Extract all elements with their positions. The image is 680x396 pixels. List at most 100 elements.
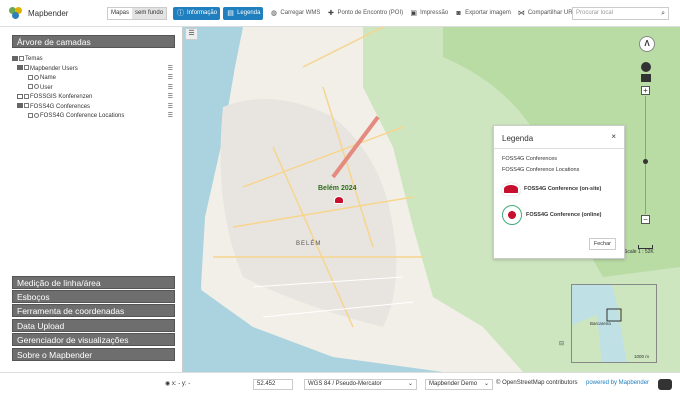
application-select[interactable]: Mapbender Demo ⌄ [425, 379, 493, 390]
overview-toggle-icon[interactable]: ⊟ [559, 340, 564, 347]
folder-icon [12, 55, 18, 61]
menu-icon[interactable]: ☰ [168, 93, 173, 103]
scale-select[interactable]: 52.452 [253, 379, 293, 390]
app: Mapbender Mapas sem fundo ⓘ Informação ▤ L… [0, 0, 680, 396]
camera-icon: ◙ [456, 9, 461, 17]
search-input[interactable]: Procurar local ⌕ [572, 7, 669, 20]
share-url-button[interactable]: ⋈ Compartilhar URL [517, 7, 576, 20]
panel-view-manager[interactable]: Gerenciador de visualizações [12, 333, 175, 346]
legend-label: Legenda [237, 10, 261, 16]
app-title: Mapbender [28, 8, 69, 18]
sidebar-toggle-icon[interactable]: ☰ [185, 28, 198, 40]
overview-tiles [572, 285, 656, 362]
zoom-in-icon[interactable]: + [641, 86, 650, 95]
tree-label: FOSS4G Conferences [30, 103, 91, 110]
info-label: Informação [187, 10, 218, 16]
menu-icon[interactable]: ☰ [168, 112, 173, 122]
onsite-marker-icon [502, 183, 520, 195]
globe-icon[interactable] [641, 62, 651, 72]
export-image-button[interactable]: ◙ Exportar imagem [454, 7, 511, 20]
search-icon[interactable]: ⌕ [661, 8, 665, 19]
legend-button[interactable]: ▤ Legenda [223, 6, 264, 20]
zoom-out-icon[interactable]: − [641, 215, 650, 224]
layer-tree-header[interactable]: Árvore de camadas [12, 35, 175, 48]
print-button[interactable]: ▣ Impressão [409, 7, 448, 20]
share-url-label: Compartilhar URL [527, 10, 576, 16]
coordinates-display: ◉ x: - y: - [165, 380, 190, 387]
toggle-no-background[interactable]: sem fundo [132, 7, 167, 19]
checkbox[interactable] [24, 93, 29, 99]
srs-label: WGS 84 / Pseudo-Mercator [308, 381, 382, 387]
close-icon[interactable]: × [611, 132, 616, 141]
tree-row-temas[interactable]: Temas [12, 55, 175, 65]
home-icon[interactable] [641, 74, 651, 82]
legend-title: Legenda [502, 134, 534, 143]
zoom-bar: Ʌ + − [639, 36, 655, 224]
info-toggle-icon[interactable] [34, 112, 39, 118]
tree-label: FOSS4G Conference Locations [40, 113, 125, 119]
srs-select[interactable]: WGS 84 / Pseudo-Mercator ⌄ [304, 379, 417, 390]
close-button[interactable]: Fechar [588, 238, 616, 250]
attribution[interactable]: © OpenStreetMap contributors [496, 380, 577, 386]
menu-icon[interactable]: ☰ [168, 65, 173, 75]
share-icon: ⋈ [517, 9, 525, 17]
checkbox[interactable] [28, 112, 33, 118]
tree-label: Name [40, 75, 57, 81]
info-button[interactable]: ⓘ Informação [173, 6, 221, 20]
coordinates-text: x: - y: - [171, 381, 191, 387]
menu-icon[interactable]: ☰ [168, 84, 173, 94]
district-label: BELÉM [296, 241, 322, 247]
legend-layer-2: FOSS4G Conference Locations [502, 167, 580, 173]
crosshair-icon: ◉ [165, 381, 172, 387]
poi-label: Ponto de Encontro (POI) [337, 10, 404, 16]
layer-tree: Temas Mapbender Users ☰ Name ☰ User ☰ FOSSG… [12, 55, 175, 122]
info-toggle-icon[interactable] [34, 84, 39, 90]
top-toolbar: Mapbender Mapas sem fundo ⓘ Informação ▤ L… [0, 0, 680, 27]
checkbox[interactable] [19, 55, 24, 61]
mapbender-footer-logo-icon [658, 379, 672, 390]
print-icon: ▣ [410, 9, 417, 17]
tree-label: FOSSGIS Konferenzen [30, 94, 93, 100]
menu-icon[interactable]: ☰ [168, 103, 173, 113]
legend-item-online: FOSS4G Conference (online) [502, 205, 601, 225]
panel-about[interactable]: Sobre o Mapbender [12, 348, 175, 361]
info-toggle-icon[interactable] [34, 74, 39, 80]
toggle-maps[interactable]: Mapas [108, 8, 132, 19]
tree-row-name[interactable]: Name ☰ [12, 74, 175, 84]
tree-row-foss4g-locations[interactable]: FOSS4G Conference Locations ☰ [12, 112, 175, 122]
legend-icon: ▤ [227, 9, 234, 17]
tree-row-fossgis[interactable]: FOSSGIS Konferenzen ☰ [12, 93, 175, 103]
north-arrow-icon[interactable]: Ʌ [639, 36, 655, 52]
load-wms-button[interactable]: ◍ Carregar WMS [269, 7, 321, 20]
footer: ◉ x: - y: - 52.452 WGS 84 / Pseudo-Merca… [0, 372, 680, 396]
zoom-slider[interactable] [641, 96, 650, 214]
panel-measure[interactable]: Medição de linha/área [12, 276, 175, 289]
basemap-toggle[interactable]: Mapas sem fundo [107, 6, 168, 20]
search-placeholder: Procurar local [576, 10, 614, 16]
tree-row-user[interactable]: User ☰ [12, 84, 175, 94]
print-label: Impressão [420, 10, 449, 16]
tree-row-foss4g[interactable]: FOSS4G Conferences ☰ [12, 103, 175, 113]
export-image-label: Exportar imagem [465, 10, 511, 16]
tree-label: Temas [25, 56, 43, 62]
checkbox[interactable] [24, 103, 29, 109]
menu-icon[interactable]: ☰ [168, 74, 173, 84]
tree-row-mapbender-users[interactable]: Mapbender Users ☰ [12, 65, 175, 75]
powered-by-link[interactable]: powered by Mapbender [586, 380, 649, 386]
info-icon: ⓘ [177, 9, 185, 17]
panel-data-upload[interactable]: Data Upload [12, 319, 175, 332]
pin-icon: ✚ [328, 9, 334, 17]
checkbox[interactable] [28, 84, 33, 90]
legend-item-onsite: FOSS4G Conference (on-site) [502, 183, 601, 195]
conference-marker-icon[interactable] [334, 196, 344, 204]
folder-icon [17, 93, 23, 99]
overview-map[interactable]: Barcarena 1000 m [571, 284, 657, 363]
app-label: Mapbender Demo [429, 381, 478, 387]
globe-icon: ◍ [270, 9, 277, 17]
poi-button[interactable]: ✚ Ponto de Encontro (POI) [326, 7, 403, 20]
panel-coordinates[interactable]: Ferramenta de coordenadas [12, 304, 175, 317]
marker-label: Belém 2024 [318, 185, 357, 192]
checkbox[interactable] [24, 65, 29, 71]
panel-sketch[interactable]: Esboços [12, 290, 175, 303]
checkbox[interactable] [28, 74, 33, 80]
